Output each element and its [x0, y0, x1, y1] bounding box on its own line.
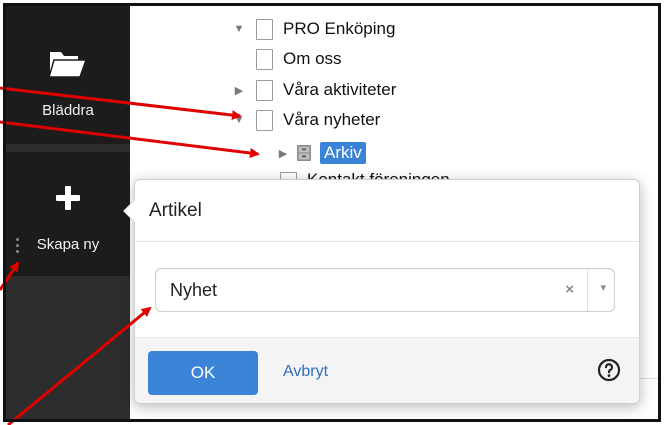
dialog-title: Artikel	[149, 200, 202, 221]
archive-icon	[297, 145, 311, 161]
collapse-icon[interactable]: ▼	[232, 23, 246, 35]
help-icon[interactable]	[597, 358, 621, 382]
tree-node-root[interactable]: ▼ PRO Enköping	[232, 16, 395, 42]
resize-grip[interactable]	[16, 238, 19, 256]
dialog-body: Nyhet × ▾	[135, 242, 639, 338]
screenshot: Bläddra Skapa ny ▼ PRO Enköping Om oss ▶…	[0, 0, 664, 425]
tree-label: Våra aktiviteter	[283, 80, 397, 99]
create-new-button[interactable]: Skapa ny	[6, 152, 130, 276]
dialog-footer: OK Avbryt	[135, 337, 639, 403]
cancel-link[interactable]: Avbryt	[283, 363, 328, 381]
chevron-down-icon[interactable]: ▾	[600, 281, 606, 294]
page-tree: ▼ PRO Enköping Om oss ▶ Våra aktiviteter…	[130, 6, 661, 186]
create-dialog: Artikel Nyhet × ▾ OK Avbryt	[123, 179, 640, 404]
tree-label: Om oss	[283, 49, 342, 68]
dialog-pointer	[124, 200, 135, 222]
ok-button[interactable]: OK	[148, 351, 258, 395]
tree-label-selected: Arkiv	[320, 142, 366, 164]
tree-node-vara-nyheter[interactable]: ▼ Våra nyheter	[234, 107, 381, 133]
dialog-header: Artikel	[135, 180, 639, 242]
create-new-label: Skapa ny	[36, 236, 100, 253]
page-type-value: Nyhet	[170, 280, 218, 300]
browse-button[interactable]: Bläddra	[6, 6, 130, 144]
expand-icon[interactable]: ▶	[276, 147, 290, 160]
collapse-icon[interactable]: ▼	[232, 114, 246, 126]
tree-node-om-oss[interactable]: Om oss	[256, 46, 342, 72]
browse-label: Bläddra	[42, 102, 94, 119]
page-icon	[256, 48, 273, 70]
folder-icon	[48, 52, 88, 78]
clear-icon[interactable]: ×	[565, 281, 574, 298]
tree-node-arkiv[interactable]: ▶ Arkiv	[279, 140, 366, 166]
page-type-select[interactable]: Nyhet × ▾	[155, 268, 615, 312]
left-toolbar: Bläddra Skapa ny	[6, 6, 130, 419]
plus-icon	[56, 186, 80, 210]
page-icon	[256, 109, 273, 131]
page-icon	[256, 79, 273, 101]
tree-label: Våra nyheter	[283, 110, 381, 129]
expand-icon[interactable]: ▶	[232, 84, 246, 97]
tree-label: PRO Enköping	[283, 19, 396, 38]
tree-node-vara-aktiviteter[interactable]: ▶ Våra aktiviteter	[235, 77, 397, 103]
page-icon	[256, 18, 273, 40]
